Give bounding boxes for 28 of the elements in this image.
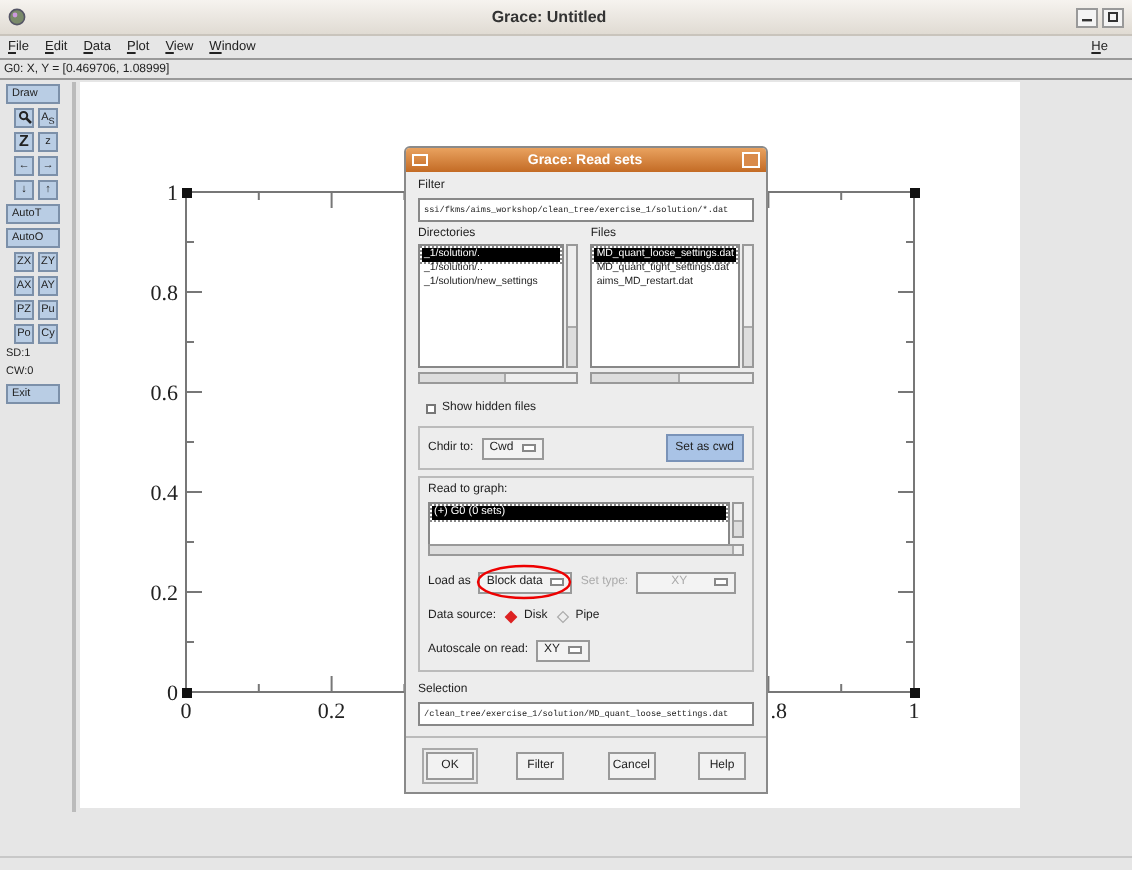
- axis-label: 0: [180, 700, 192, 724]
- maximize-icon: [1108, 12, 1118, 22]
- minimize-button[interactable]: [1076, 7, 1098, 27]
- axis-label: 1: [167, 182, 178, 206]
- axis-label: 0.2: [150, 582, 178, 606]
- window-menu-icon[interactable]: [412, 154, 428, 166]
- toolbar-button[interactable]: Z: [14, 132, 34, 152]
- axis-label: 0.6: [150, 382, 178, 406]
- axis-label: .8: [770, 700, 787, 724]
- axis-label: 0.8: [150, 282, 178, 306]
- axis-label: 0.4: [150, 482, 178, 506]
- axis-label: 0: [167, 682, 178, 706]
- scrollbar[interactable]: [428, 544, 744, 556]
- axis-label: 1: [908, 700, 920, 724]
- close-button[interactable]: [742, 152, 760, 168]
- checkbox[interactable]: [426, 403, 436, 413]
- radio-button[interactable]: [555, 609, 570, 623]
- window-title: Grace: Untitled: [489, 8, 609, 26]
- scrollbar[interactable]: [742, 244, 754, 368]
- scrollbar[interactable]: [566, 244, 579, 368]
- app-icon: [8, 8, 26, 26]
- zoom-button[interactable]: [14, 108, 34, 128]
- scrollbar[interactable]: [590, 372, 754, 384]
- radio-button[interactable]: [504, 609, 519, 623]
- maximize-button[interactable]: [1102, 7, 1124, 27]
- scrollbar[interactable]: [732, 502, 744, 538]
- axis-label: 0.2: [317, 700, 346, 724]
- scrollbar[interactable]: [418, 372, 579, 384]
